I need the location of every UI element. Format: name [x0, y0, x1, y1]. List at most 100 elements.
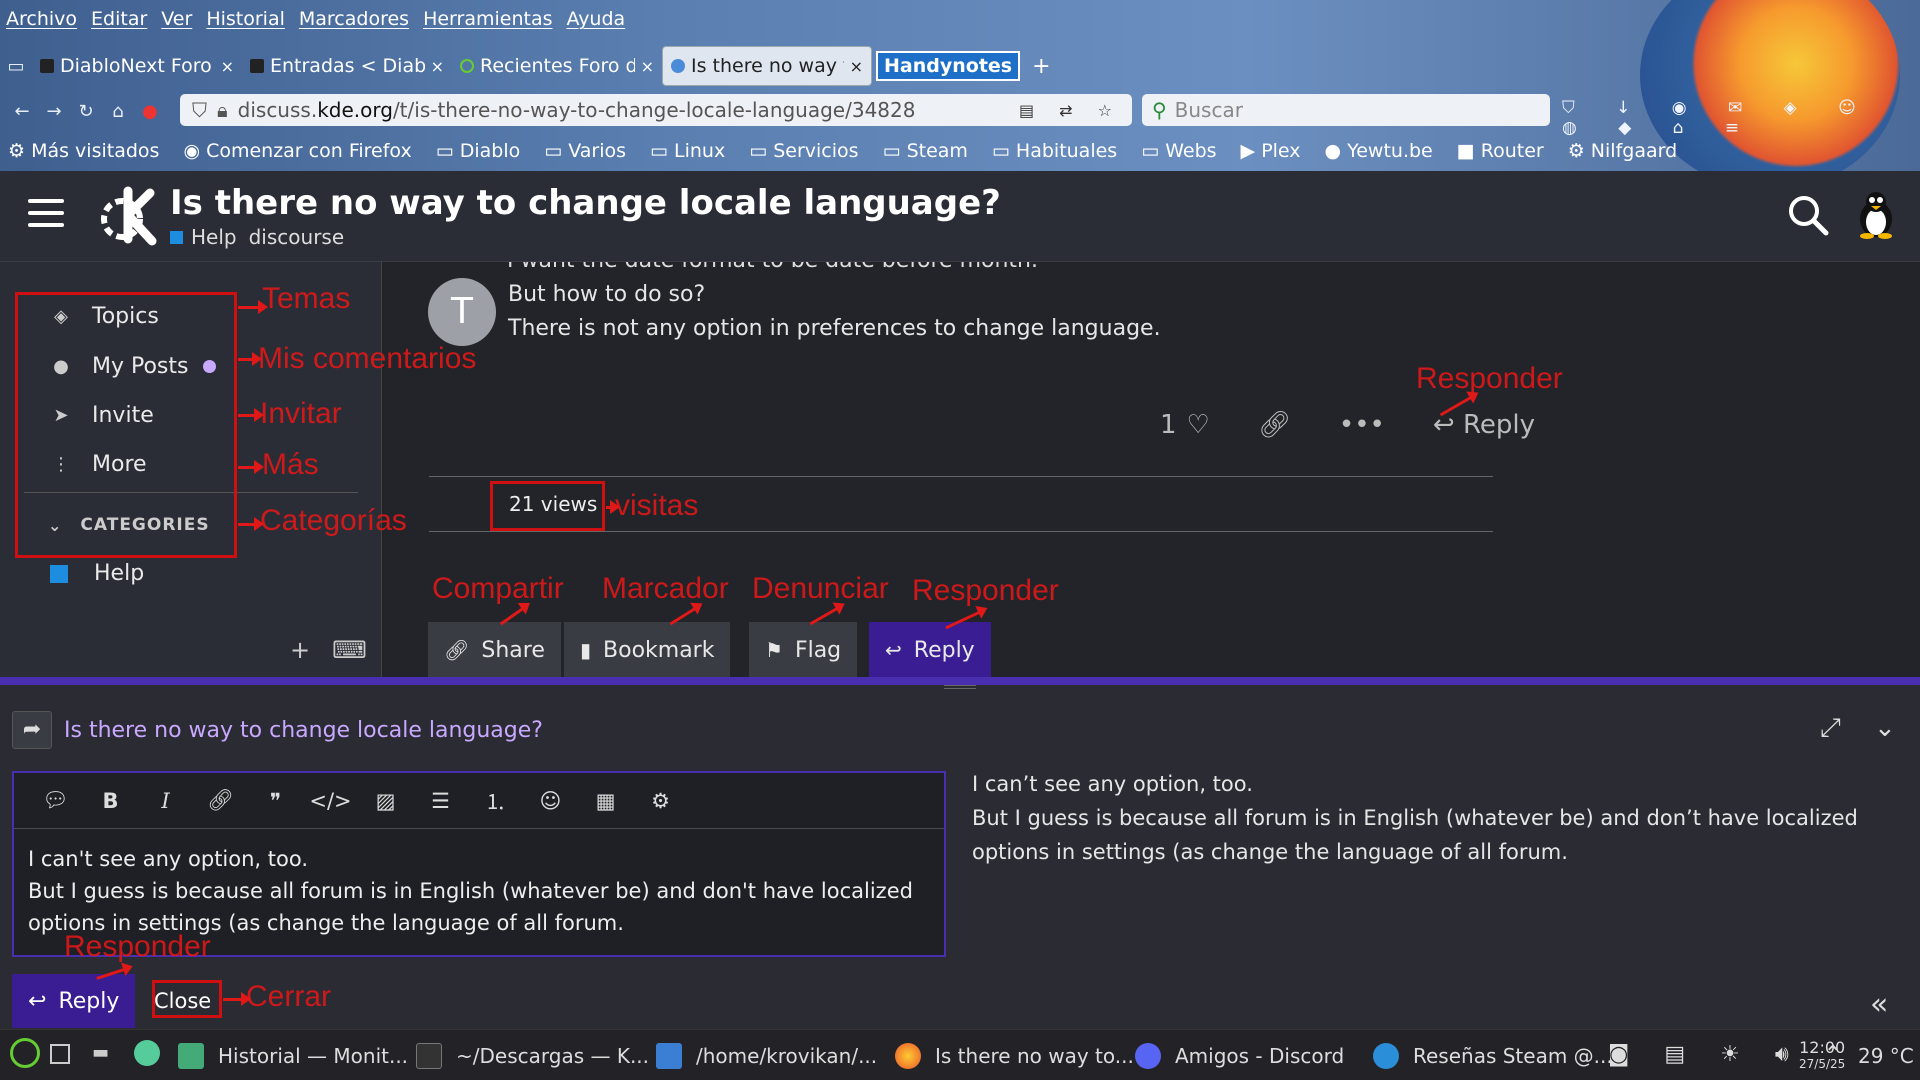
home-icon[interactable]: ⌂ [102, 101, 134, 122]
topic-content: I want the date format to be date before… [383, 262, 1920, 677]
composer-topic-title[interactable]: Is there no way to change locale languag… [64, 718, 543, 743]
bookmark-folder-webs[interactable]: ▭ Webs [1141, 140, 1228, 162]
bookmark-folder-habituales[interactable]: ▭ Habituales [992, 140, 1129, 162]
sidebar-item-help[interactable]: Help [48, 561, 144, 586]
tab-title: Recientes Foro d [480, 55, 635, 77]
category-link[interactable]: Help [191, 225, 237, 249]
menu-marcadores[interactable]: Marcadores [299, 8, 409, 30]
clock[interactable]: 12:00 27/5/25 [1799, 1040, 1845, 1072]
close-tab-icon[interactable]: × [221, 57, 234, 76]
emoji-icon[interactable]: ☺ [523, 789, 578, 813]
heart-icon[interactable]: ♡ [1187, 410, 1210, 440]
composer-reply-button[interactable]: ↩ Reply [12, 974, 136, 1028]
divider [429, 531, 1493, 532]
show-desktop-icon[interactable] [50, 1044, 70, 1064]
app-launcher-icon[interactable] [10, 1038, 40, 1068]
adblock-icon[interactable]: ● [134, 101, 166, 122]
taskbar-app-firefox[interactable]: Is there no way to... [895, 1036, 1134, 1076]
menu-archivo[interactable]: Archivo [6, 8, 77, 30]
poster-avatar[interactable]: T [428, 278, 496, 346]
link-icon[interactable]: 🔗︎ [193, 788, 248, 813]
post-reply-button[interactable]: ↩ Reply [1433, 410, 1535, 440]
taskbar-app-label: Amigos - Discord [1175, 1044, 1345, 1068]
bullet-list-icon[interactable]: ☰ [413, 789, 468, 813]
taskbar-app-discord[interactable]: Amigos - Discord [1135, 1036, 1344, 1076]
bookmark-plex[interactable]: ▶ Plex [1241, 140, 1313, 162]
lock-icon[interactable]: 🔒︎ [217, 98, 228, 122]
tag-link[interactable]: discourse [249, 225, 345, 249]
close-tab-icon[interactable]: × [850, 57, 863, 76]
bookmark-folder-diablo[interactable]: ▭ Diablo [436, 140, 533, 162]
topic-reply-button[interactable]: ↩ Reply [869, 622, 991, 677]
topic-title[interactable]: Is there no way to change locale languag… [170, 183, 1001, 223]
speech-bubble-icon[interactable]: 💬︎ [28, 788, 83, 813]
quote-icon[interactable]: ❞ [248, 789, 303, 813]
menu-historial[interactable]: Historial [206, 8, 285, 30]
numbered-list-icon[interactable]: ⒈ [468, 786, 523, 816]
flag-button[interactable]: ⚑ Flag [749, 622, 858, 677]
minimize-composer-icon[interactable]: ⌄ [1874, 713, 1896, 743]
menu-ayuda[interactable]: Ayuda [566, 8, 625, 30]
pager-icon[interactable]: ▬ [92, 1042, 109, 1063]
handynotes-button[interactable]: Handynotes [876, 46, 1021, 86]
search-bar[interactable]: ⚲ Buscar [1142, 94, 1550, 126]
code-icon[interactable]: </> [303, 789, 358, 813]
taskbar-app-monitor[interactable]: Historial — Monit... [178, 1036, 408, 1076]
keyboard-shortcuts-icon[interactable]: ⌨ [332, 636, 389, 664]
weather-temperature[interactable]: 29 °C [1858, 1044, 1914, 1068]
search-icon[interactable] [1786, 193, 1830, 237]
share-button[interactable]: 🔗︎ Share [428, 622, 561, 677]
composer-resize-grip[interactable] [944, 685, 976, 689]
reload-icon[interactable]: ↻ [70, 101, 102, 122]
user-avatar[interactable] [1852, 189, 1900, 239]
bookmark-folder-varios[interactable]: ▭ Varios [544, 140, 638, 162]
menu-ver[interactable]: Ver [161, 8, 192, 30]
bookmark-mas-visitados[interactable]: ⚙ Más visitados [8, 140, 171, 162]
menu-herramientas[interactable]: Herramientas [423, 8, 552, 30]
bookmark-folder-steam[interactable]: ▭ Steam [883, 140, 980, 162]
reply-action-icon[interactable]: ➦ [12, 711, 52, 749]
add-section-icon[interactable]: + [290, 636, 332, 664]
taskbar-app-konsole[interactable]: ~/Descargas — K... [416, 1036, 649, 1076]
tab-recientes[interactable]: Recientes Foro d × [452, 46, 662, 86]
menu-editar[interactable]: Editar [91, 8, 147, 30]
update-icon[interactable] [134, 1040, 160, 1066]
hamburger-menu-icon[interactable] [28, 199, 64, 229]
kde-logo-icon[interactable] [98, 183, 158, 247]
fullscreen-icon[interactable]: ⤢ [1820, 713, 1841, 744]
gear-icon[interactable]: ⚙ [633, 789, 688, 813]
back-icon[interactable]: ← [6, 101, 38, 122]
bookmark-nilfgaard[interactable]: ⚙ Nilfgaard [1568, 140, 1689, 162]
shield-icon[interactable]: ⛉ [192, 98, 207, 122]
tab-active-topic[interactable]: Is there no way t × [662, 46, 872, 86]
bold-icon[interactable]: B [83, 789, 138, 813]
taskbar-app-steam-reviews[interactable]: Reseñas Steam @... [1373, 1036, 1613, 1076]
annotation-arrow [606, 500, 620, 514]
italic-icon[interactable]: I [138, 789, 193, 813]
tab-diablonext[interactable]: DiabloNext Foro × [32, 46, 242, 86]
url-action-icons[interactable]: ▤ ⇄ ☆ [1019, 101, 1122, 120]
forward-icon[interactable]: → [38, 101, 70, 122]
bookmark-comenzar-firefox[interactable]: ◉ Comenzar con Firefox [183, 140, 423, 162]
image-icon[interactable]: ▨ [358, 789, 413, 813]
more-actions-icon[interactable]: ••• [1339, 410, 1385, 440]
bookmark-button[interactable]: ▮ Bookmark [564, 622, 731, 677]
bookmark-folder-servicios[interactable]: ▭ Servicios [749, 140, 870, 162]
diablo-favicon-icon [250, 59, 264, 73]
collapse-preview-icon[interactable]: « [1870, 987, 1888, 1022]
calendar-icon[interactable]: ▦ [578, 789, 633, 813]
tab-entradas[interactable]: Entradas < Diabl × [242, 46, 452, 86]
bookmark-router[interactable]: ■ Router [1457, 140, 1556, 162]
new-tab-icon[interactable]: + [1032, 54, 1050, 79]
bookmark-yewtube[interactable]: ● Yewtu.be [1325, 140, 1445, 162]
composer-textarea[interactable]: I can't see any option, too. But I guess… [28, 843, 928, 939]
taskbar-app-label: ~/Descargas — K... [456, 1044, 650, 1068]
close-tab-icon[interactable]: × [641, 57, 654, 76]
close-tab-icon[interactable]: × [431, 57, 444, 76]
taskbar-app-dolphin[interactable]: /home/krovikan/... [656, 1036, 877, 1076]
link-icon[interactable]: 🔗︎ [1258, 410, 1291, 440]
toolbar-extension-icons[interactable]: ⛉ ↓ ◉ ✉ ◈ ☺ ◍ ◆ ⌂ ≡ [1562, 98, 1920, 138]
tab-list-icon[interactable]: ▭ [0, 56, 32, 77]
url-bar[interactable]: ⛉ 🔒︎ discuss. kde.org/t/is-there-no-way-t… [180, 94, 1132, 126]
bookmark-folder-linux[interactable]: ▭ Linux [650, 140, 737, 162]
